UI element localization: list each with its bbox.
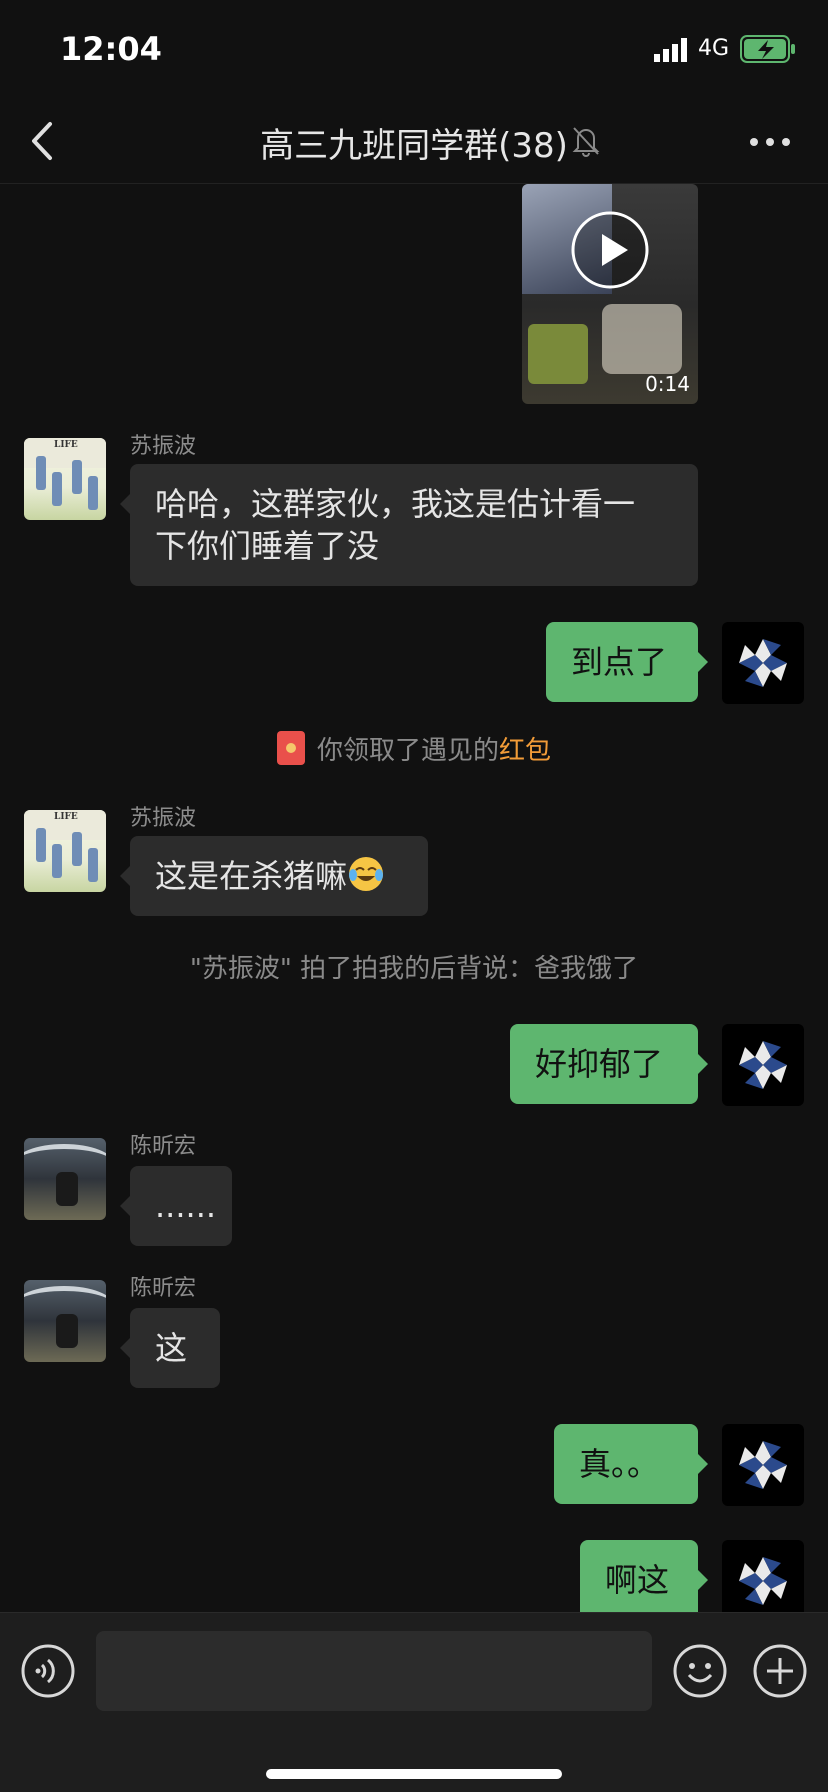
message-text: 到点了 [571, 643, 668, 681]
message-bubble-outgoing[interactable]: 真。。 [554, 1424, 708, 1504]
avatar-me[interactable] [722, 1424, 804, 1506]
umbrella-avatar-icon [739, 1041, 787, 1089]
message-text: 真。。 [579, 1445, 660, 1483]
umbrella-avatar-icon [739, 639, 787, 687]
message-text: 啊这 [605, 1561, 670, 1599]
message-text-line: 下你们睡着了没 [155, 527, 380, 565]
network-type: 4G [698, 36, 730, 61]
system-notice-pat: "苏振波" 拍了拍我的后背说：爸我饿了 [0, 948, 828, 985]
sender-name: 陈昕宏 [130, 1276, 197, 1301]
status-bar: 12:04 4G [0, 0, 828, 100]
voice-icon[interactable] [20, 1643, 76, 1699]
video-duration: 0:14 [645, 372, 690, 396]
pat-notice-text: "苏振波" 拍了拍我的后背说：爸我饿了 [189, 954, 639, 984]
system-notice-red-packet: 你领取了遇见的红包 [0, 730, 828, 767]
chat-header: 高三九班同学群(38) [0, 100, 828, 184]
message-bubble-outgoing[interactable]: 啊这 [580, 1540, 708, 1612]
red-envelope-icon [276, 731, 305, 765]
home-indicator[interactable] [266, 1769, 562, 1779]
avatar-chen-xinhong[interactable] [24, 1138, 106, 1220]
battery-icon [740, 35, 795, 63]
message-bubble[interactable]: 这 [120, 1308, 220, 1388]
sender-name: 苏振波 [130, 806, 197, 831]
plus-icon[interactable] [752, 1643, 808, 1699]
emoji-icon[interactable] [672, 1643, 728, 1699]
chat-title[interactable]: 高三九班同学群(38) [0, 118, 828, 167]
avatar-su-zhenbo[interactable]: LIFE [24, 810, 106, 892]
red-packet-link[interactable]: 红包 [499, 736, 551, 766]
avatar-me[interactable] [722, 1540, 804, 1612]
video-thumbnail-item [528, 324, 588, 384]
message-text: 这是在杀猪嘛 [155, 857, 348, 895]
message-bubble-outgoing[interactable]: 到点了 [546, 622, 708, 702]
message-text: 好抑郁了 [535, 1045, 664, 1083]
message-text: ...... [155, 1187, 217, 1225]
message-bubble-outgoing[interactable]: 好抑郁了 [510, 1024, 708, 1104]
avatar-me[interactable] [722, 622, 804, 704]
message-bubble[interactable]: 这是在杀猪嘛 [120, 836, 428, 916]
umbrella-avatar-icon [739, 1441, 787, 1489]
message-bubble[interactable]: 哈哈，这群家伙，我这是估计看一 下你们睡着了没 [120, 464, 698, 586]
laughing-crying-emoji-icon [349, 857, 384, 891]
status-time: 12:04 [60, 30, 162, 68]
message-input[interactable] [96, 1631, 652, 1711]
play-icon[interactable] [570, 210, 650, 290]
sender-name: 苏振波 [130, 434, 197, 459]
mute-bell-icon [572, 127, 600, 157]
message-text: 这 [155, 1329, 188, 1367]
video-thumbnail-bag [602, 304, 682, 374]
avatar-me[interactable] [722, 1024, 804, 1106]
message-text-line: 哈哈，这群家伙，我这是估计看一 [155, 485, 636, 523]
signal-icon [654, 38, 687, 62]
more-icon[interactable] [746, 130, 794, 154]
message-bubble[interactable]: ...... [120, 1166, 232, 1246]
avatar-chen-xinhong[interactable] [24, 1280, 106, 1362]
video-message[interactable]: 0:14 [522, 184, 698, 404]
chat-message-list[interactable]: 0:14 LIFE 苏振波 哈哈，这群家伙，我这是估计看一 下你们睡着了没 到点… [0, 184, 828, 1612]
avatar-su-zhenbo[interactable]: LIFE [24, 438, 106, 520]
sender-name: 陈昕宏 [130, 1134, 197, 1159]
umbrella-avatar-icon [739, 1557, 787, 1605]
input-bar [0, 1612, 828, 1792]
